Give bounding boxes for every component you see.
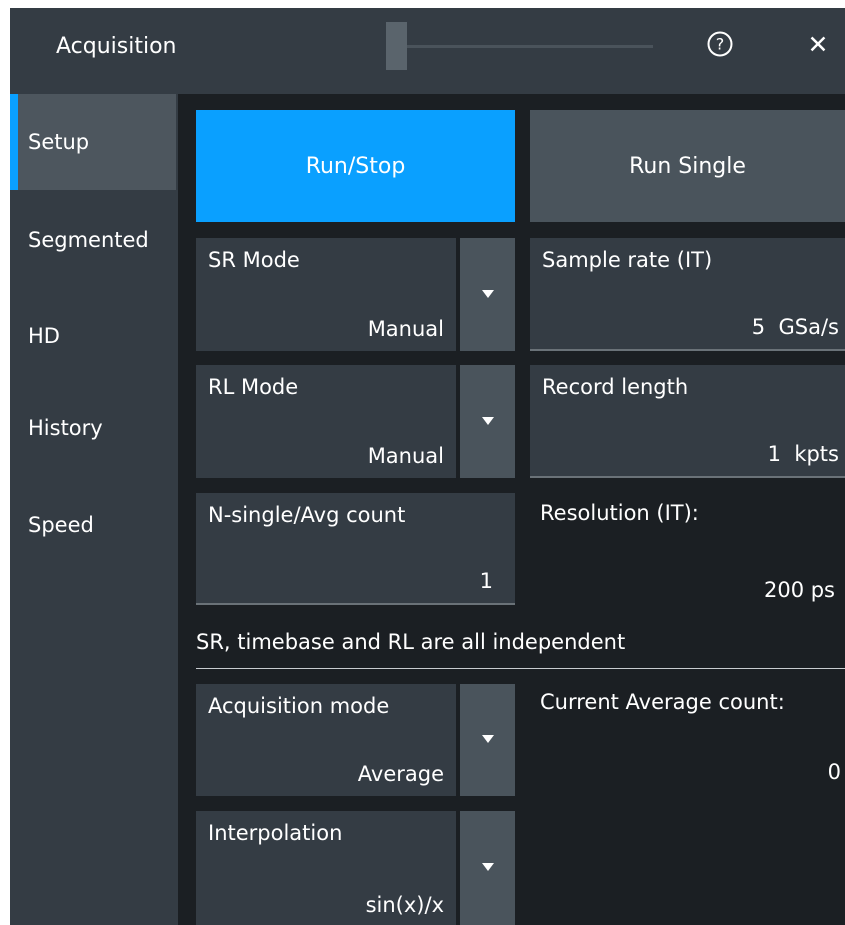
divider [196, 668, 845, 669]
acquisition-dialog: Acquisition ? ✕ Setup Segmented HD Histo… [10, 8, 845, 925]
rl-mode-label: RL Mode [208, 375, 299, 399]
current-average-count-label: Current Average count: [540, 690, 785, 714]
chevron-down-icon [481, 416, 494, 425]
title-bar: Acquisition ? ✕ [10, 8, 845, 94]
sidebar-item-history[interactable]: History [28, 416, 103, 440]
record-length-value: 1 kpts [767, 442, 839, 466]
sidebar [10, 94, 178, 925]
sr-mode-label: SR Mode [208, 248, 300, 272]
sr-mode-dropdown-button[interactable] [460, 238, 515, 351]
sidebar-item-setup[interactable]: Setup [28, 130, 89, 154]
sr-mode-value: Manual [367, 317, 444, 341]
resolution-label: Resolution (IT): [540, 501, 699, 525]
run-single-label: Run Single [629, 153, 746, 179]
info-text: SR, timebase and RL are all independent [196, 630, 626, 654]
n-single-avg-count-value: 1 [479, 569, 493, 593]
interpolation-field[interactable]: Interpolation sin(x)/x [196, 811, 456, 925]
acquisition-mode-dropdown-button[interactable] [460, 684, 515, 796]
help-glyph: ? [716, 35, 725, 54]
acquisition-mode-label: Acquisition mode [208, 694, 390, 718]
acquisition-mode-field[interactable]: Acquisition mode Average [196, 684, 456, 796]
sidebar-item-segmented[interactable]: Segmented [28, 228, 149, 252]
help-icon[interactable]: ? [707, 31, 733, 57]
rl-mode-value: Manual [367, 444, 444, 468]
interpolation-value: sin(x)/x [365, 893, 444, 917]
run-stop-label: Run/Stop [305, 153, 406, 179]
current-average-count-value: 0 [827, 760, 841, 784]
sidebar-item-hd[interactable]: HD [28, 324, 60, 348]
sample-rate-value: 5 GSa/s [751, 315, 839, 339]
sr-mode-field[interactable]: SR Mode Manual [196, 238, 456, 351]
chevron-down-icon [481, 289, 494, 298]
run-single-button[interactable]: Run Single [530, 110, 845, 222]
n-single-avg-count-field[interactable]: N-single/Avg count 1 [196, 493, 515, 605]
sidebar-item-speed[interactable]: Speed [28, 513, 94, 537]
chevron-down-icon [481, 735, 494, 743]
run-stop-button[interactable]: Run/Stop [196, 110, 515, 222]
interpolation-dropdown-button[interactable] [460, 811, 515, 925]
transparency-slider-thumb[interactable] [386, 22, 407, 70]
close-icon[interactable]: ✕ [803, 30, 833, 60]
interpolation-label: Interpolation [208, 821, 343, 845]
sample-rate-label: Sample rate (IT) [542, 248, 713, 272]
acquisition-mode-value: Average [357, 762, 444, 786]
transparency-slider-track[interactable] [407, 45, 653, 48]
sample-rate-field[interactable]: Sample rate (IT) 5 GSa/s [530, 238, 845, 351]
chevron-down-icon [481, 863, 494, 871]
n-single-avg-count-label: N-single/Avg count [208, 503, 406, 527]
rl-mode-dropdown-button[interactable] [460, 365, 515, 478]
sidebar-active-indicator [10, 94, 18, 190]
resolution-value: 200 ps [763, 578, 835, 602]
record-length-field[interactable]: Record length 1 kpts [530, 365, 845, 478]
record-length-label: Record length [542, 375, 689, 399]
rl-mode-field[interactable]: RL Mode Manual [196, 365, 456, 478]
dialog-title: Acquisition [56, 34, 177, 59]
